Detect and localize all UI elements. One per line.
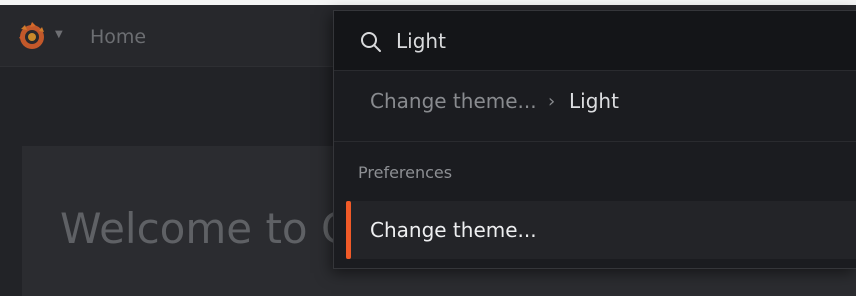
page: ▼ Home Welcome to G Change theme... › Li… [0, 0, 856, 296]
palette-breadcrumb: Change theme... › Light [334, 72, 856, 142]
breadcrumb-current: Light [569, 89, 619, 113]
section-label-preferences: Preferences [358, 163, 453, 182]
palette-search-row [334, 11, 856, 71]
command-palette: Change theme... › Light Preferences Chan… [333, 10, 856, 269]
selection-indicator [346, 201, 351, 259]
chevron-down-icon[interactable]: ▼ [55, 29, 63, 40]
result-item-change-theme[interactable]: Change theme... [346, 201, 856, 259]
breadcrumb-home[interactable]: Home [90, 26, 146, 48]
search-icon [359, 30, 383, 54]
result-item-label: Change theme... [370, 218, 537, 242]
chevron-right-icon: › [548, 91, 556, 112]
breadcrumb-parent[interactable]: Change theme... [370, 89, 537, 113]
grafana-logo-icon[interactable] [15, 19, 49, 53]
palette-search-input[interactable] [396, 26, 836, 56]
welcome-title: Welcome to G [60, 204, 354, 253]
